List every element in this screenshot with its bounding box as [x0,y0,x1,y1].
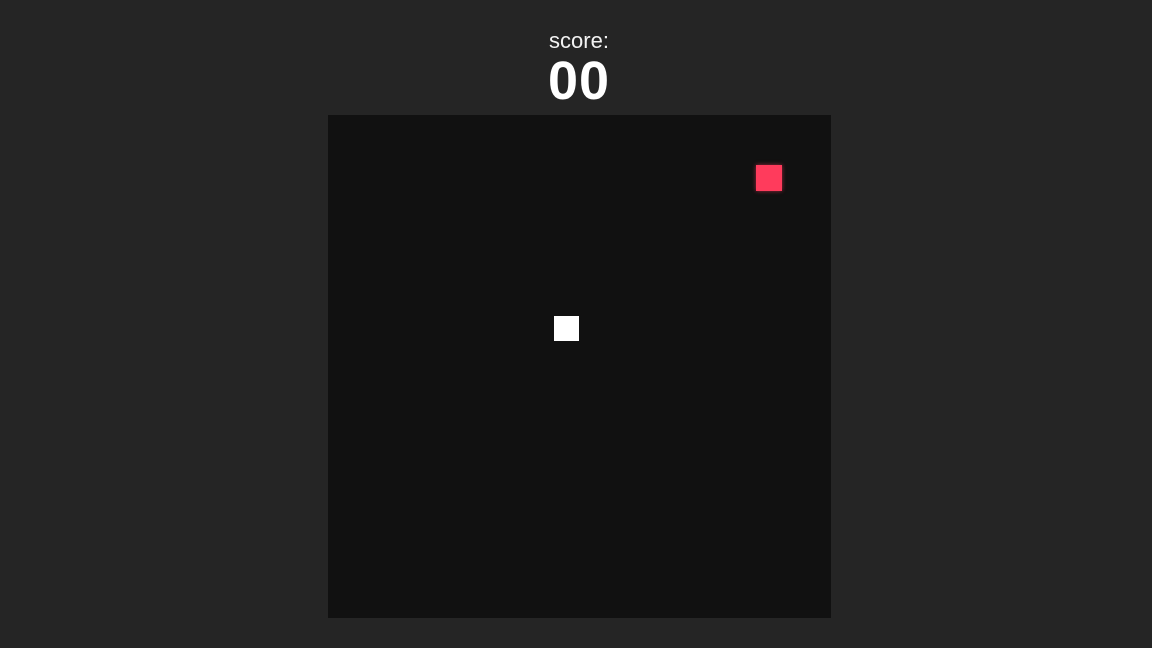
score-value: 00 [547,51,611,111]
game-board[interactable] [328,115,831,618]
food-pellet [756,165,782,191]
game-page: score: 00 [0,0,1152,648]
snake-head [554,316,579,341]
